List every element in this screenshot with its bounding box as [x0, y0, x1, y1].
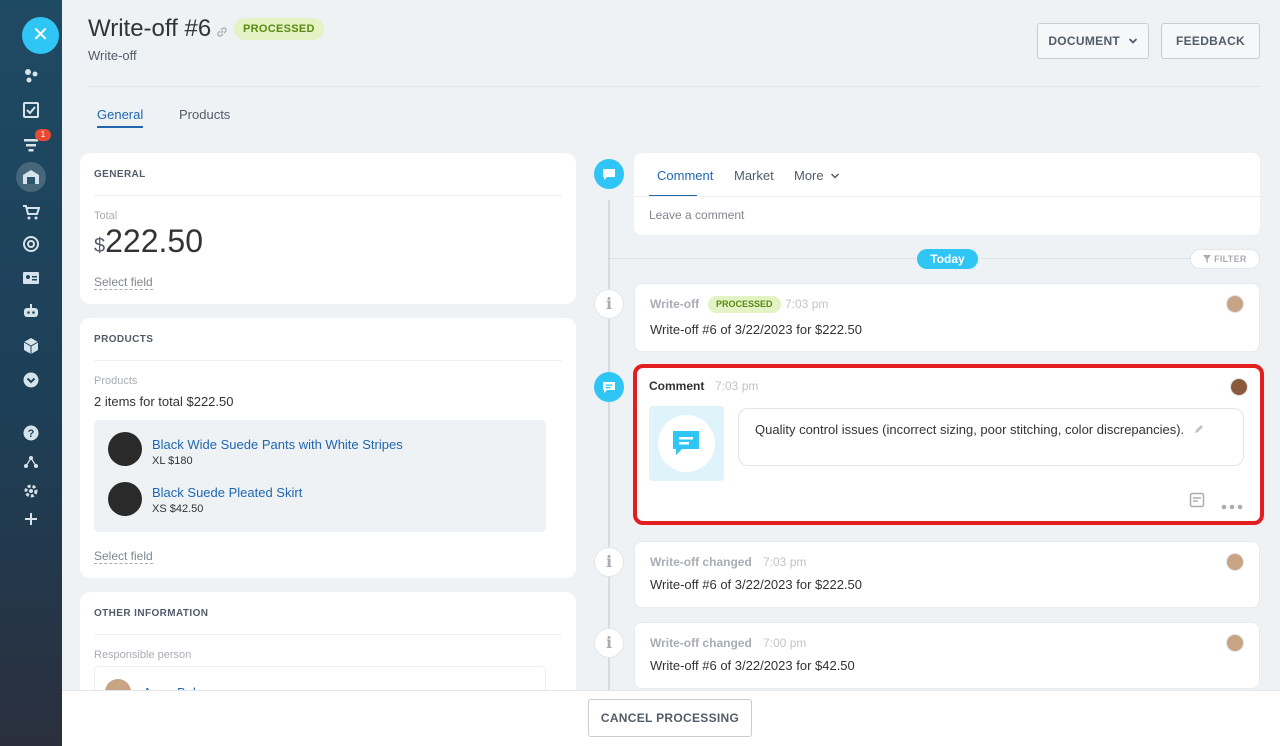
info-icon: i — [594, 289, 624, 319]
svg-text:?: ? — [28, 428, 35, 440]
entry-title: Write-off changed — [650, 636, 752, 650]
left-rail: ✕ 1 ? — [0, 0, 62, 746]
notification-badge: 1 — [35, 129, 51, 141]
bottom-action-bar: CANCEL PROCESSING — [62, 690, 1280, 746]
network-icon[interactable] — [22, 66, 40, 84]
document-button-label: DOCUMENT — [1048, 34, 1121, 48]
card-title: PRODUCTS — [94, 334, 154, 345]
tab-market[interactable]: Market — [734, 168, 774, 183]
timeline-entry: Write-off changed 7:03 pm Write-off #6 o… — [634, 541, 1260, 608]
robot-icon[interactable] — [22, 302, 40, 320]
entry-time: 7:03 pm — [763, 555, 807, 569]
entry-body: Write-off #6 of 3/22/2023 for $222.50 — [650, 322, 862, 337]
chevron-down-icon — [1128, 38, 1137, 44]
select-field-link[interactable]: Select field — [94, 275, 153, 290]
contact-card-icon[interactable] — [22, 269, 40, 287]
product-meta: XS $42.50 — [152, 503, 204, 515]
tab-general[interactable]: General — [97, 107, 144, 128]
product-thumbnail — [108, 482, 142, 516]
select-field-link[interactable]: Select field — [94, 549, 153, 564]
feedback-button[interactable]: FEEDBACK — [1161, 23, 1260, 59]
page-subtitle: Write-off — [88, 48, 137, 63]
general-card: GENERAL Total $222.50 Select field — [80, 153, 576, 304]
link-icon[interactable] — [216, 25, 228, 37]
comment-composer: Comment Market More Leave a comment — [634, 153, 1260, 235]
header-divider — [88, 86, 1260, 87]
filter-icon — [1203, 255, 1212, 263]
product-list: Black Wide Suede Pants with White Stripe… — [94, 420, 546, 532]
filter-button[interactable]: FILTER — [1190, 249, 1260, 269]
structure-icon[interactable] — [22, 453, 40, 471]
total-amount: $222.50 — [94, 223, 203, 260]
document-button[interactable]: DOCUMENT — [1037, 23, 1149, 59]
gear-icon[interactable] — [22, 482, 40, 500]
avatar[interactable] — [1226, 553, 1244, 571]
target-icon[interactable] — [22, 235, 40, 253]
divider — [634, 196, 1260, 197]
tab-comment[interactable]: Comment — [657, 168, 713, 183]
divider — [94, 195, 562, 196]
today-badge: Today — [917, 249, 978, 269]
products-card: PRODUCTS Products 2 items for total $222… — [80, 318, 576, 578]
entry-time: 7:00 pm — [763, 636, 807, 650]
status-badge: PROCESSED — [234, 18, 324, 40]
timeline-entry: Write-off changed 7:00 pm Write-off #6 o… — [634, 622, 1260, 689]
entry-title: Write-off — [650, 297, 700, 311]
currency-symbol: $ — [94, 235, 106, 257]
avatar[interactable] — [1226, 295, 1244, 313]
timeline-line — [608, 200, 610, 700]
cart-icon[interactable] — [22, 203, 40, 221]
help-icon[interactable]: ? — [22, 424, 40, 442]
card-title: OTHER INFORMATION — [94, 608, 209, 619]
main-panel: Write-off #6 PROCESSED Write-off DOCUMEN… — [62, 0, 1280, 746]
comment-icon — [594, 159, 624, 189]
total-value: 222.50 — [105, 223, 203, 259]
entry-body: Write-off #6 of 3/22/2023 for $42.50 — [650, 658, 855, 673]
page-title: Write-off #6 — [88, 15, 212, 42]
chevron-down-icon[interactable] — [22, 371, 40, 389]
entry-time: 7:03 pm — [785, 297, 829, 311]
box-icon[interactable] — [22, 337, 40, 355]
divider — [94, 360, 562, 361]
total-label: Total — [94, 210, 118, 222]
product-meta: XL $180 — [152, 455, 193, 467]
close-icon[interactable]: ✕ — [22, 17, 59, 54]
product-thumbnail — [108, 432, 142, 466]
responsible-label: Responsible person — [94, 649, 192, 661]
products-summary: 2 items for total $222.50 — [94, 394, 234, 409]
plus-icon[interactable] — [22, 510, 40, 528]
entry-title: Write-off changed — [650, 555, 752, 569]
cancel-processing-button[interactable]: CANCEL PROCESSING — [588, 699, 752, 737]
chevron-down-icon — [831, 173, 840, 179]
entry-body: Write-off #6 of 3/22/2023 for $222.50 — [650, 577, 862, 592]
tab-products[interactable]: Products — [179, 107, 230, 122]
card-title: GENERAL — [94, 169, 146, 180]
tab-more[interactable]: More — [794, 168, 840, 183]
product-name-link[interactable]: Black Suede Pleated Skirt — [152, 485, 302, 500]
info-icon: i — [594, 547, 624, 577]
filter-label: FILTER — [1214, 254, 1247, 264]
products-label: Products — [94, 375, 138, 387]
status-badge: PROCESSED — [708, 296, 781, 313]
timeline-entry: Write-off PROCESSED 7:03 pm Write-off #6… — [634, 283, 1260, 352]
tab-more-label: More — [794, 168, 824, 183]
comment-icon — [594, 372, 624, 402]
info-icon: i — [594, 628, 624, 658]
avatar[interactable] — [1226, 634, 1244, 652]
highlight-frame — [633, 364, 1264, 525]
divider — [94, 634, 562, 635]
product-name-link[interactable]: Black Wide Suede Pants with White Stripe… — [152, 437, 403, 452]
comment-input[interactable]: Leave a comment — [649, 208, 744, 222]
warehouse-icon[interactable] — [22, 168, 40, 186]
task-icon[interactable] — [22, 101, 40, 119]
